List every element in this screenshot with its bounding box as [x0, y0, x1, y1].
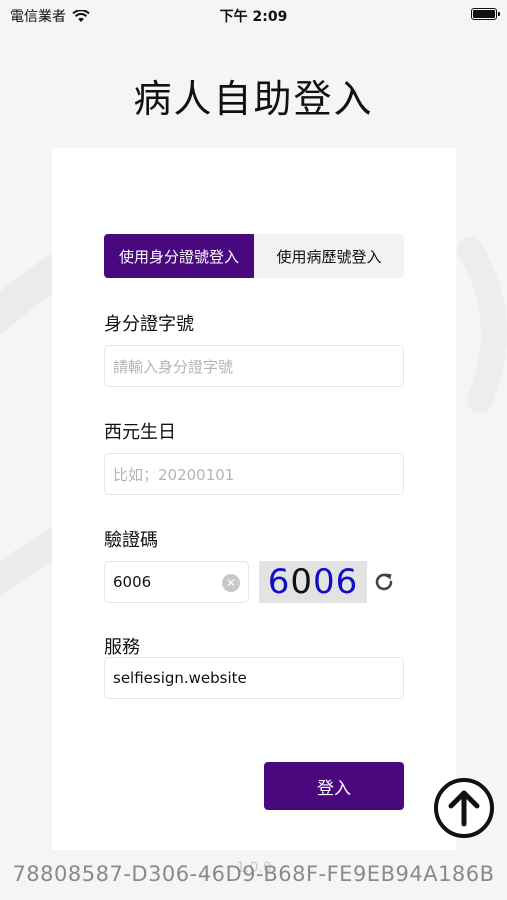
status-bar: 電信業者 下午 2:09 — [0, 0, 507, 30]
scroll-to-top-button[interactable] — [434, 778, 494, 838]
captcha-image: 6 0 0 6 — [259, 561, 367, 603]
captcha-label: 驗證碼 — [104, 530, 158, 551]
service-label: 服務 — [104, 637, 140, 658]
service-value: selfiesign.website — [113, 669, 247, 687]
id-number-placeholder: 請輸入身分證字號 — [113, 357, 234, 376]
captcha-char-3: 0 — [313, 562, 336, 602]
device-id: 78808587-D306-46D9-B68F-FE9EB94A186B — [12, 862, 495, 886]
clear-icon[interactable]: ✕ — [222, 574, 240, 592]
birthdate-label: 西元生日 — [104, 422, 176, 443]
refresh-icon[interactable] — [372, 570, 396, 594]
captcha-char-4: 6 — [335, 562, 359, 602]
arrow-up-icon — [448, 790, 480, 827]
page-title: 病人自助登入 — [133, 77, 374, 121]
id-number-label: 身分證字號 — [104, 314, 194, 335]
login-card: 使用身分證號登入 使用病歷號登入 身分證字號 請輸入身分證字號 西元生日 比如；… — [52, 148, 456, 876]
login-method-tabs: 使用身分證號登入 使用病歷號登入 — [104, 234, 404, 278]
status-time: 下午 2:09 — [219, 9, 288, 25]
captcha-input[interactable]: 6006 ✕ — [104, 561, 249, 603]
service-input[interactable]: selfiesign.website — [104, 657, 404, 699]
birthdate-placeholder: 比如；20200101 — [113, 465, 235, 484]
tab-id-number-login[interactable]: 使用身分證號登入 — [104, 234, 254, 278]
captcha-input-value: 6006 — [113, 573, 152, 591]
id-number-input[interactable]: 請輸入身分證字號 — [104, 345, 404, 387]
tab-medical-record-login[interactable]: 使用病歷號登入 — [254, 234, 404, 278]
login-button[interactable]: 登入 — [264, 762, 404, 810]
battery-icon — [471, 8, 500, 20]
captcha-char-2: 0 — [290, 562, 313, 602]
birthdate-input[interactable]: 比如；20200101 — [104, 453, 404, 495]
captcha-char-1: 6 — [267, 562, 291, 602]
